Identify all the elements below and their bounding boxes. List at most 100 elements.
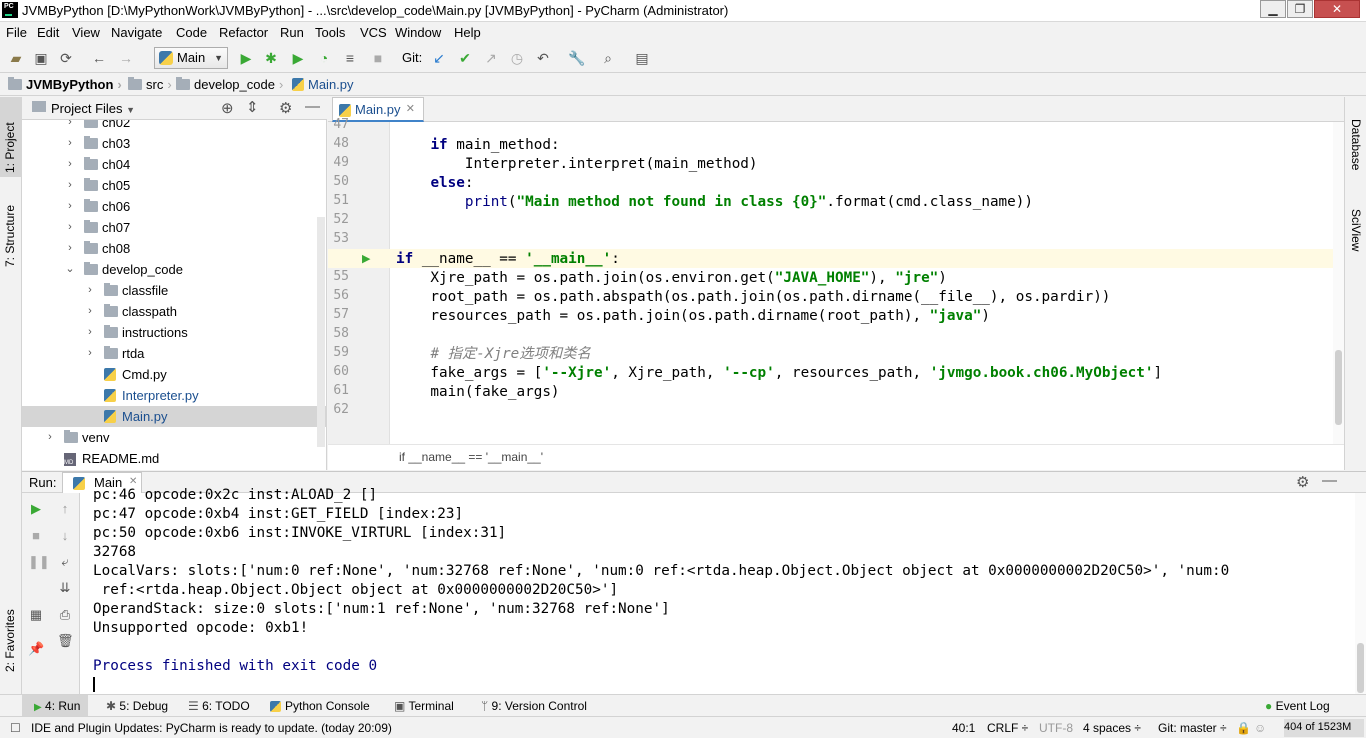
tool-tab-run[interactable]: ▶ 4: Run <box>22 695 88 716</box>
menu-file[interactable]: File <box>6 25 27 40</box>
git-branch[interactable]: Git: master ÷ <box>1158 721 1227 735</box>
menu-view[interactable]: View <box>72 25 100 40</box>
tree-item[interactable]: Cmd.py <box>22 364 327 385</box>
run-config-select[interactable]: Main ▼ <box>154 47 228 69</box>
tool-tab-project[interactable]: 1: Project <box>3 122 17 173</box>
tree-item[interactable]: › ch08 <box>22 238 327 259</box>
scope-breadcrumb[interactable]: if __name__ == '__main__' <box>399 450 543 464</box>
menu-navigate[interactable]: Navigate <box>111 25 162 40</box>
chevron-right-icon[interactable]: › <box>84 322 96 343</box>
trash-icon[interactable]: 🗑 <box>57 633 74 649</box>
chevron-right-icon[interactable]: › <box>64 120 76 133</box>
breadcrumb-src[interactable]: src › <box>128 77 176 92</box>
scrollbar-thumb[interactable] <box>1335 350 1342 425</box>
chevron-right-icon[interactable]: › <box>64 238 76 259</box>
open-folder-icon[interactable]: ▰ <box>8 50 24 66</box>
menu-help[interactable]: Help <box>454 25 481 40</box>
breadcrumb-main-py[interactable]: Main.py <box>292 77 354 92</box>
layout-icon[interactable]: ▦ <box>28 607 44 623</box>
stop-icon[interactable]: ■ <box>370 50 386 66</box>
print-icon[interactable]: ⎙ <box>57 607 73 623</box>
tree-item[interactable]: Interpreter.py <box>22 385 327 406</box>
tree-item[interactable]: › venv <box>22 427 327 448</box>
rerun-icon[interactable]: ▶ <box>28 501 44 517</box>
tree-item[interactable]: › instructions <box>22 322 327 343</box>
tool-tab-event-log[interactable]: ● Event Log <box>1265 699 1330 713</box>
indent-setting[interactable]: 4 spaces ÷ <box>1083 721 1141 735</box>
tool-tab-python-console[interactable]: Python Console <box>270 699 370 713</box>
tool-tab-favorites[interactable]: 2: Favorites <box>3 609 17 672</box>
scroll-to-end-icon[interactable]: ⇊ <box>57 580 73 596</box>
minimize-button[interactable]: ▁ <box>1260 0 1286 18</box>
close-icon[interactable]: ✕ <box>406 102 415 115</box>
tool-tab-terminal[interactable]: ▣ Terminal <box>394 699 454 713</box>
run-icon[interactable]: ▶ <box>238 50 254 66</box>
chevron-right-icon[interactable]: › <box>84 301 96 322</box>
file-encoding[interactable]: UTF-8 <box>1039 721 1073 735</box>
tool-tab-debug[interactable]: ✱ 5: Debug <box>106 699 168 713</box>
tree-item[interactable]: › ch05 <box>22 175 327 196</box>
close-button[interactable]: ✕ <box>1314 0 1360 18</box>
profile-icon[interactable]: ◔ <box>316 50 332 66</box>
presentation-icon[interactable]: ▤ <box>634 50 650 66</box>
status-message[interactable]: IDE and Plugin Updates: PyCharm is ready… <box>31 721 392 735</box>
tool-tab-todo[interactable]: ☰ 6: TODO <box>188 699 250 713</box>
tree-item[interactable]: › classfile <box>22 280 327 301</box>
menu-run[interactable]: Run <box>280 25 304 40</box>
locate-icon[interactable]: ⊕ <box>221 99 234 117</box>
scrollbar[interactable] <box>317 217 325 447</box>
hide-icon[interactable]: — <box>1322 472 1337 489</box>
menu-window[interactable]: Window <box>395 25 441 40</box>
tool-tab-database[interactable]: Database <box>1349 119 1363 170</box>
coverage-icon[interactable]: ▶ <box>290 50 306 66</box>
git-push-icon[interactable]: ↗ <box>483 50 499 66</box>
git-commit-icon[interactable]: ✔ <box>457 50 473 66</box>
revert-icon[interactable]: ↶ <box>535 50 551 66</box>
chevron-down-icon[interactable]: ⌄ <box>64 259 76 280</box>
pause-icon[interactable]: ❚❚ <box>28 554 50 570</box>
tree-item[interactable]: › ch02 <box>22 120 327 133</box>
run-concurrency-icon[interactable]: ≡ <box>342 50 358 66</box>
menu-vcs[interactable]: VCS <box>360 25 387 40</box>
breadcrumb-project[interactable]: JVMByPython › <box>8 77 126 92</box>
chevron-right-icon[interactable]: › <box>64 133 76 154</box>
caret-position[interactable]: 40:1 <box>952 721 975 735</box>
maximize-button[interactable]: ❐ <box>1287 0 1313 18</box>
collapse-all-icon[interactable]: ⇕ <box>246 98 259 116</box>
wrench-icon[interactable]: 🔧 <box>568 50 585 66</box>
search-icon[interactable]: ⌕ <box>600 50 616 66</box>
down-icon[interactable]: ↓ <box>57 528 73 544</box>
memory-indicator[interactable]: 404 of 1523M <box>1284 719 1364 737</box>
breadcrumb-develop-code[interactable]: develop_code › <box>176 77 287 92</box>
tree-item[interactable]: › ch07 <box>22 217 327 238</box>
lock-icon[interactable]: 🔒 <box>1236 721 1251 735</box>
tree-item[interactable]: › rtda <box>22 343 327 364</box>
git-update-icon[interactable]: ↙ <box>431 50 447 66</box>
history-icon[interactable]: ◷ <box>509 50 525 66</box>
run-gutter-icon[interactable]: ▶ <box>362 252 370 265</box>
tree-item[interactable]: Main.py <box>22 406 327 427</box>
tree-item[interactable]: › ch06 <box>22 196 327 217</box>
gear-icon[interactable]: ⚙ <box>279 99 292 117</box>
tree-item[interactable]: › ch04 <box>22 154 327 175</box>
debug-icon[interactable]: ✱ <box>263 50 279 66</box>
chevron-right-icon[interactable]: › <box>64 175 76 196</box>
tree-item[interactable]: › ch03 <box>22 133 327 154</box>
chevron-right-icon[interactable]: › <box>84 343 96 364</box>
scrollbar-thumb[interactable] <box>1357 643 1364 693</box>
tool-tab-version-control[interactable]: ᛘ 9: Version Control <box>481 699 587 713</box>
save-icon[interactable]: ▣ <box>33 50 49 66</box>
code-area[interactable]: if main_method: Interpreter.interpret(ma… <box>328 122 1333 444</box>
chevron-right-icon[interactable]: › <box>64 217 76 238</box>
gear-icon[interactable]: ⚙ <box>1296 473 1309 491</box>
chevron-right-icon[interactable]: › <box>64 154 76 175</box>
chevron-right-icon[interactable]: › <box>64 196 76 217</box>
scrollbar[interactable] <box>1355 493 1366 695</box>
tool-tab-sciview[interactable]: SciView <box>1349 209 1363 251</box>
status-toggle-icon[interactable]: ☐ <box>10 721 21 735</box>
chevron-right-icon[interactable]: › <box>84 280 96 301</box>
tool-tab-structure[interactable]: 7: Structure <box>3 205 17 267</box>
menu-refactor[interactable]: Refactor <box>219 25 268 40</box>
scrollbar[interactable] <box>1333 122 1344 444</box>
tree-item[interactable]: › classpath <box>22 301 327 322</box>
